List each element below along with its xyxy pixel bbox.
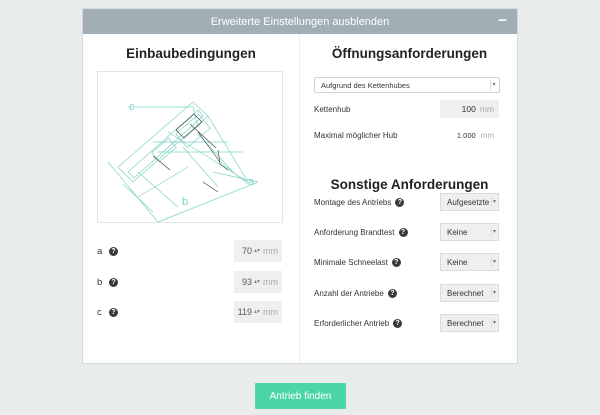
dimension-row-b: b ? 93 ▴▾ mm <box>97 271 287 293</box>
chevron-down-icon: ▾ <box>491 257 497 267</box>
help-icon[interactable]: ? <box>398 227 408 237</box>
dimension-row-c: c ? 119 ▴▾ mm <box>97 301 287 323</box>
dimension-b-label: b <box>97 276 103 288</box>
max-hub-value: 1.000 mm <box>456 130 494 140</box>
chevron-down-icon: ▾ <box>491 227 497 237</box>
snow-load-label: Minimale Schneelast <box>314 257 388 267</box>
spinner-icon[interactable]: ▴▾ <box>254 309 260 315</box>
dimension-row-a: a ? 70 ▴▾ mm <box>97 240 287 262</box>
mounting-label: Montage des Antriebs <box>314 197 392 207</box>
help-icon[interactable]: ? <box>109 307 118 317</box>
other-requirements-title: Sonstige Anforderungen <box>330 177 489 192</box>
installation-diagram: c a b <box>97 71 283 223</box>
help-icon[interactable]: ? <box>387 288 397 298</box>
chevron-down-icon: ▾ <box>490 80 497 90</box>
diagram-label-b: b <box>182 196 188 208</box>
help-icon[interactable]: ? <box>109 246 118 256</box>
kettenhub-label: Kettenhub <box>314 104 351 114</box>
window-section-drawing: c a b <box>107 101 259 223</box>
fire-test-select[interactable]: Keine ▾ <box>440 223 499 241</box>
spinner-icon[interactable]: ▴▾ <box>254 279 260 285</box>
hide-advanced-settings-toggle[interactable]: Erweiterte Einstellungen ausblenden − <box>83 9 517 34</box>
panel-header-title: Erweiterte Einstellungen ausblenden <box>210 15 390 28</box>
installation-conditions-section: Einbaubedingungen c a b a ? 70 ▴▾ mm b ?… <box>83 34 300 364</box>
drive-count-select[interactable]: Berechnet ▾ <box>440 284 499 302</box>
opening-requirements-title: Öffnungsanforderungen <box>331 46 488 61</box>
required-drive-select[interactable]: Berechnet ▾ <box>440 314 499 332</box>
advanced-settings-panel: Erweiterte Einstellungen ausblenden − Ei… <box>82 8 518 364</box>
collapse-icon[interactable]: − <box>498 13 507 28</box>
dimension-b-input[interactable]: 93 ▴▾ mm <box>234 271 282 293</box>
required-drive-label: Erforderlicher Antrieb <box>314 318 390 328</box>
help-icon[interactable]: ? <box>109 277 118 287</box>
dimension-a-input[interactable]: 70 ▴▾ mm <box>234 240 282 262</box>
dimension-a-label: a <box>97 245 103 257</box>
spinner-icon[interactable]: ▴▾ <box>254 248 260 254</box>
diagram-label-c: c <box>129 101 135 113</box>
max-hub-label: Maximal möglicher Hub <box>314 130 398 140</box>
chevron-down-icon: ▾ <box>491 318 497 328</box>
find-drive-button[interactable]: Antrieb finden <box>255 383 346 409</box>
snow-load-select[interactable]: Keine ▾ <box>440 253 499 271</box>
dimension-c-label: c <box>97 306 102 318</box>
help-icon[interactable]: ? <box>395 197 405 207</box>
chevron-down-icon: ▾ <box>491 288 497 298</box>
requirements-section: Öffnungsanforderungen Aufgrund des Kette… <box>301 34 518 364</box>
dimension-c-input[interactable]: 119 ▴▾ mm <box>234 301 282 323</box>
mounting-select[interactable]: Aufgesetzte ▾ <box>440 193 499 211</box>
kettenhub-input[interactable]: 100 mm <box>440 100 499 118</box>
diagram-label-a: a <box>248 176 255 188</box>
installation-conditions-title: Einbaubedingungen <box>126 46 256 61</box>
fire-test-label: Anforderung Brandtest <box>314 227 395 237</box>
drive-count-label: Anzahl der Antriebe <box>314 288 384 298</box>
opening-mode-select[interactable]: Aufgrund des Kettenhubes ▾ <box>314 77 500 93</box>
chevron-down-icon: ▾ <box>491 197 497 207</box>
help-icon[interactable]: ? <box>391 257 401 267</box>
help-icon[interactable]: ? <box>393 318 403 328</box>
